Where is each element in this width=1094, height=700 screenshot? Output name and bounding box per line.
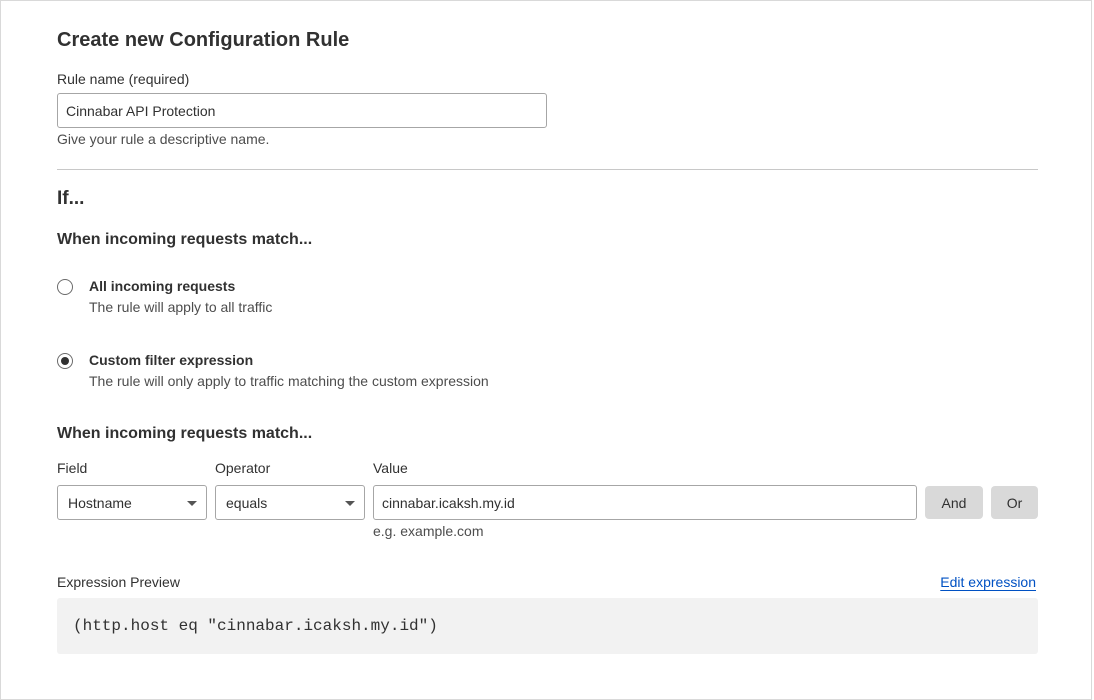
- value-label: Value: [373, 460, 408, 476]
- field-select[interactable]: Hostname: [57, 485, 207, 520]
- option-all-desc: The rule will apply to all traffic: [89, 299, 273, 315]
- rule-form-panel: Create new Configuration Rule Rule name …: [0, 0, 1092, 700]
- chevron-down-icon: [187, 501, 197, 506]
- expression-preview: (http.host eq "cinnabar.icaksh.my.id"): [57, 598, 1038, 654]
- radio-custom-filter[interactable]: [57, 353, 73, 369]
- rule-name-help: Give your rule a descriptive name.: [57, 131, 270, 147]
- or-button[interactable]: Or: [991, 486, 1038, 519]
- option-all-title[interactable]: All incoming requests: [89, 278, 235, 294]
- field-label: Field: [57, 460, 88, 476]
- if-heading: If...: [57, 188, 85, 209]
- rule-name-label: Rule name (required): [57, 71, 190, 87]
- edit-expression-link[interactable]: Edit expression: [940, 574, 1036, 590]
- chevron-down-icon: [345, 501, 355, 506]
- match-heading: When incoming requests match...: [57, 231, 313, 248]
- option-custom-title[interactable]: Custom filter expression: [89, 352, 253, 368]
- builder-heading: When incoming requests match...: [57, 425, 313, 442]
- section-divider: [57, 169, 1038, 170]
- field-select-value: Hostname: [68, 494, 132, 511]
- operator-select-value: equals: [226, 494, 268, 511]
- expression-preview-label: Expression Preview: [57, 574, 180, 590]
- operator-select[interactable]: equals: [215, 485, 365, 520]
- radio-all-incoming[interactable]: [57, 279, 73, 295]
- value-hint: e.g. example.com: [373, 523, 484, 539]
- rule-name-input[interactable]: [57, 93, 547, 128]
- option-custom-desc: The rule will only apply to traffic matc…: [89, 373, 489, 389]
- expression-text: (http.host eq "cinnabar.icaksh.my.id"): [73, 617, 438, 635]
- and-button[interactable]: And: [925, 486, 983, 519]
- page-title: Create new Configuration Rule: [57, 29, 350, 51]
- operator-label: Operator: [215, 460, 271, 476]
- value-input[interactable]: [373, 485, 917, 520]
